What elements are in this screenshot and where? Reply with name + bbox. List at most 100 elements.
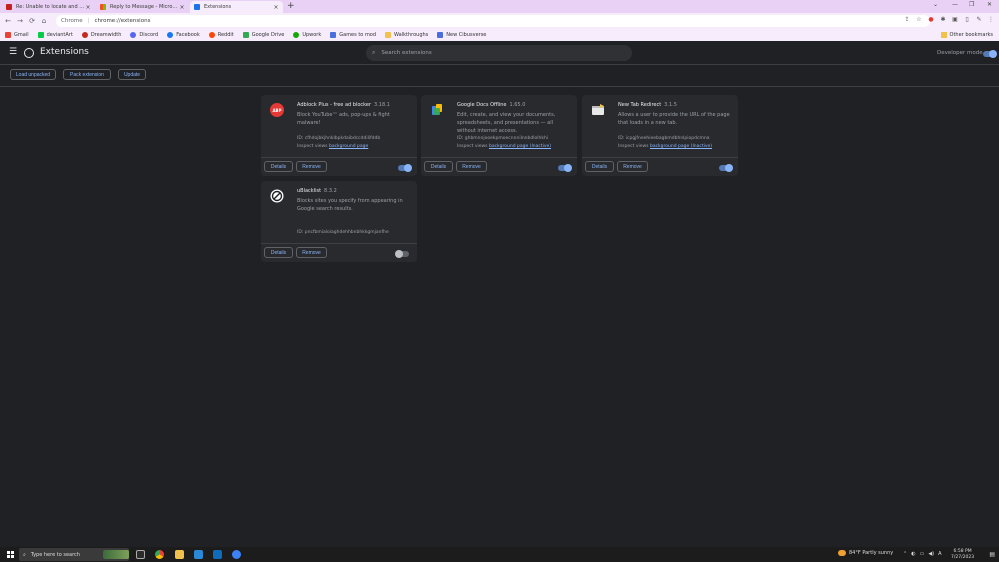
details-button[interactable]: Details <box>264 247 293 258</box>
toolbar-icons: ⇪ ☆ ● ✱ ▣ ▯ ✎ ⋮ <box>903 16 995 23</box>
tab-close-icon[interactable]: × <box>85 4 91 11</box>
extension-enable-toggle[interactable] <box>398 164 412 172</box>
chrome-taskbar-icon[interactable] <box>155 550 164 559</box>
games-icon <box>330 32 337 38</box>
microsoft-store-icon[interactable] <box>194 550 203 559</box>
network-icon[interactable]: ▭ <box>920 551 925 557</box>
menu-icon[interactable]: ⋮ <box>987 16 995 23</box>
restore-button[interactable]: ❐ <box>969 1 974 8</box>
background-page-link[interactable]: background page (Inactive) <box>650 144 712 149</box>
profile-icon[interactable]: ✎ <box>975 16 983 23</box>
star-icon[interactable]: ☆ <box>915 16 923 23</box>
extension-card-new-tab-redirect: New Tab Redirect 3.1.5 Allows a user to p… <box>582 95 738 176</box>
tray-chevron-icon[interactable]: ⌃ <box>903 551 907 557</box>
other-bookmarks-label: Other bookmarks <box>949 32 993 38</box>
tab-close-icon[interactable]: × <box>179 4 185 11</box>
minimize-button[interactable]: — <box>952 1 958 8</box>
taskbar-clock[interactable]: 6:58 PM 7/27/2023 <box>951 549 974 561</box>
adblock-icon[interactable]: ● <box>927 16 935 23</box>
close-window-button[interactable]: ✕ <box>987 1 992 8</box>
back-button[interactable]: ← <box>2 17 14 25</box>
hamburger-menu-icon[interactable]: ☰ <box>9 48 17 57</box>
background-page-link[interactable]: background page (Inactive) <box>489 144 551 149</box>
extension-id: ID: cfhdojbkjhnklbpkdaibdccddilifddb <box>297 136 381 141</box>
site-chip[interactable]: Chrome <box>61 18 83 24</box>
forward-button[interactable]: → <box>14 17 26 25</box>
bookmark-label: Facebook <box>176 32 200 38</box>
card-divider <box>261 243 417 244</box>
app-icon[interactable] <box>232 550 241 559</box>
address-bar[interactable]: Chrome | chrome://extensions <box>56 15 930 27</box>
remove-button[interactable]: Remove <box>296 161 327 172</box>
browser-toolbar: ← → ⟳ ⌂ Chrome | chrome://extensions ⇪ ☆… <box>0 13 999 29</box>
details-button[interactable]: Details <box>264 161 293 172</box>
input-language-icon[interactable]: A <box>938 551 941 557</box>
bookmark-label: Google Drive <box>251 32 285 38</box>
notification-center-icon[interactable]: ▤ <box>989 551 995 558</box>
other-bookmarks[interactable]: Other bookmarks <box>940 32 993 38</box>
pack-extension-button[interactable]: Pack extension <box>63 69 111 80</box>
bookmark-label: Upwork <box>302 32 322 38</box>
remove-button[interactable]: Remove <box>456 161 487 172</box>
extension-enable-toggle[interactable] <box>719 164 733 172</box>
load-unpacked-button[interactable]: Load unpacked <box>10 69 56 80</box>
extension-icon[interactable]: ▣ <box>951 16 959 23</box>
remove-button[interactable]: Remove <box>617 161 648 172</box>
mail-icon[interactable] <box>213 550 222 559</box>
bookmark-discord[interactable]: Discord <box>130 32 158 38</box>
meet-icon[interactable]: ◐ <box>911 551 915 557</box>
sidepanel-icon[interactable]: ▯ <box>963 16 971 23</box>
reload-button[interactable]: ⟳ <box>26 17 38 25</box>
weather-icon <box>838 550 846 556</box>
bookmark-new-cibusverse[interactable]: New Cibusverse <box>437 32 486 38</box>
bookmark-facebook[interactable]: Facebook <box>167 32 200 38</box>
weather-widget[interactable]: 84°F Partly sunny <box>838 550 893 556</box>
details-button[interactable]: Details <box>585 161 614 172</box>
extension-name: New Tab Redirect 3.1.5 <box>618 102 677 108</box>
new-tab-redirect-icon <box>591 103 605 117</box>
toggle-knob <box>725 164 733 172</box>
inspect-label: Inspect views <box>297 144 328 149</box>
bookmark-google-drive[interactable]: Google Drive <box>242 32 285 38</box>
extension-title: New Tab Redirect <box>618 102 662 108</box>
new-tab-button[interactable]: + <box>287 2 295 11</box>
bookmark-label: Games to mod <box>339 32 377 38</box>
windows-start-icon[interactable] <box>7 551 14 558</box>
file-explorer-icon[interactable] <box>175 550 184 559</box>
bookmark-dreamwidth[interactable]: Dreamwidth <box>81 32 121 38</box>
folder-icon <box>385 32 392 38</box>
tab-extensions[interactable]: Extensions × <box>190 1 283 13</box>
bookmark-reddit[interactable]: Reddit <box>208 32 234 38</box>
extension-description: Block YouTube™ ads, pop-ups & fight malw… <box>297 112 390 126</box>
background-page-link[interactable]: background page <box>329 144 368 149</box>
bookmark-gmail[interactable]: Gmail <box>5 32 29 38</box>
bookmark-label: deviantArt <box>46 32 73 38</box>
update-button[interactable]: Update <box>118 69 146 80</box>
extension-enable-toggle[interactable] <box>395 250 409 258</box>
bookmark-deviantart[interactable]: deviantArt <box>37 32 73 38</box>
bookmark-upwork[interactable]: Upwork <box>293 32 321 38</box>
bookmark-games-to-mod[interactable]: Games to mod <box>330 32 376 38</box>
bookmark-walkthroughs[interactable]: Walkthroughs <box>385 32 428 38</box>
tab-search-icon[interactable]: ⌄ <box>933 1 938 8</box>
extension-title: Adblock Plus - free ad blocker <box>297 102 372 108</box>
tab-reunable[interactable]: Re: Unable to locate and uninstall × <box>2 1 95 13</box>
extensions-puzzle-icon[interactable]: ✱ <box>939 16 947 23</box>
bookmark-label: Discord <box>139 32 159 38</box>
developer-mode-toggle[interactable] <box>983 50 997 58</box>
extension-enable-toggle[interactable] <box>558 164 572 172</box>
extension-name: Adblock Plus - free ad blocker 3.18.1 <box>297 102 390 108</box>
remove-button[interactable]: Remove <box>296 247 327 258</box>
tab-reply-to-message[interactable]: Reply to Message - Microsoft Co × <box>96 1 189 13</box>
share-icon[interactable]: ⇪ <box>903 16 911 23</box>
tab-close-icon[interactable]: × <box>273 4 279 11</box>
details-button[interactable]: Details <box>424 161 453 172</box>
task-view-icon[interactable] <box>136 550 145 559</box>
home-button[interactable]: ⌂ <box>38 17 50 25</box>
extension-card-google-docs-offline: Google Docs Offline 1.65.0 Edit, create, … <box>421 95 577 176</box>
chrome-logo-icon <box>24 48 34 58</box>
search-placeholder: Search extensions <box>381 50 432 56</box>
volume-icon[interactable]: ◀) <box>928 551 934 557</box>
url-text[interactable]: chrome://extensions <box>94 18 150 24</box>
search-extensions-input[interactable]: ⌕ Search extensions <box>366 45 632 61</box>
